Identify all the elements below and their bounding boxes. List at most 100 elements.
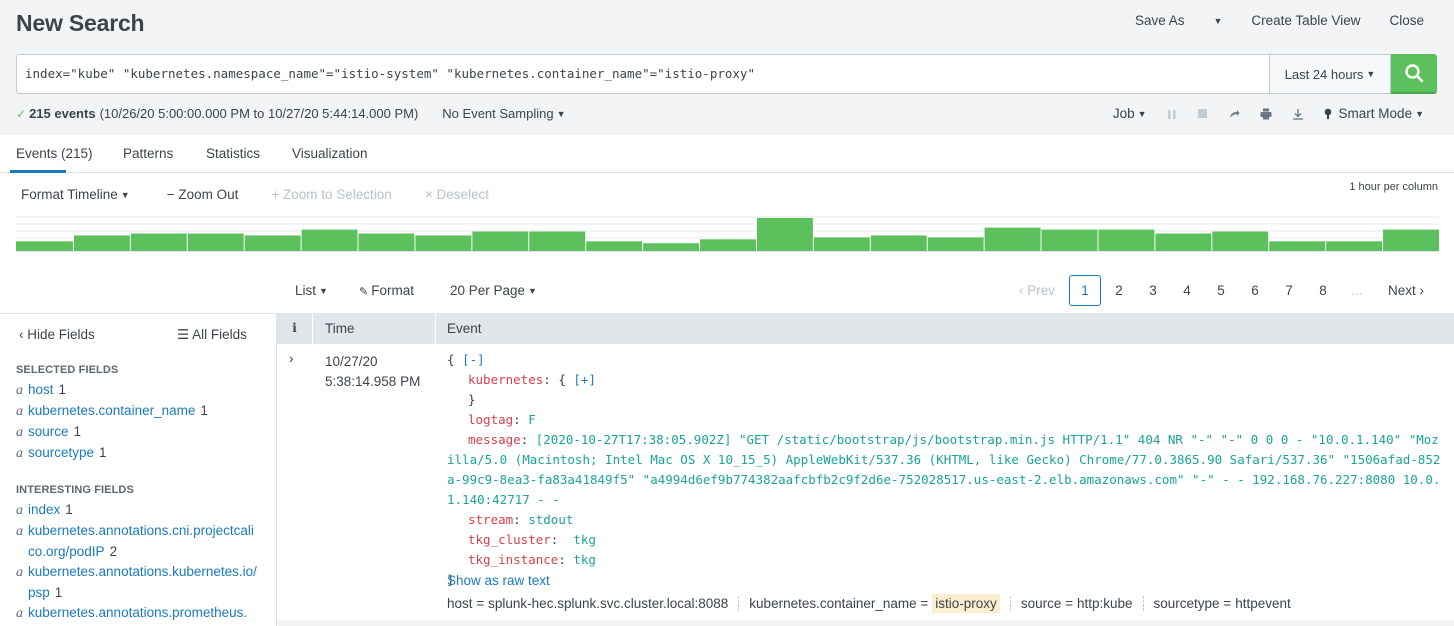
json-value-tkg-instance[interactable]: tkg <box>573 552 596 567</box>
job-dropdown[interactable]: Job ▼ <box>1113 106 1147 121</box>
timeline-bar[interactable]: 3 AM: 5 <box>586 241 643 251</box>
expand-toggle[interactable]: [+] <box>573 372 596 387</box>
zoom-to-selection-button[interactable]: + Zoom to Selection <box>271 187 391 202</box>
show-raw-text-link[interactable]: Show as raw text <box>447 573 550 588</box>
timeline-bar[interactable]: 9 PM: 8 <box>244 235 301 251</box>
timeline-bar[interactable]: 10 PM: 11 <box>301 229 358 251</box>
timeline-bar[interactable]: 12 AM: 8 <box>415 235 472 251</box>
timeline-bar[interactable]: 4 PM: 5 <box>1326 241 1383 251</box>
prev-page-button[interactable]: ‹ Prev <box>1019 283 1055 298</box>
field-item[interactable]: a sourcetype 1 <box>16 443 262 464</box>
smart-mode-dropdown[interactable]: Smart Mode ▼ <box>1324 106 1424 121</box>
timeline-bar[interactable]: 8 PM: 9 <box>187 233 244 252</box>
event-sampling-dropdown[interactable]: No Event Sampling ▼ <box>442 106 565 121</box>
timeline-bar[interactable]: 6 PM: 8 <box>73 235 130 251</box>
json-key-logtag[interactable]: logtag <box>468 412 513 427</box>
event-field-sourcetype[interactable]: sourcetype = httpevent <box>1154 596 1301 611</box>
search-bar: index="kube" "kubernetes.namespace_name"… <box>16 54 1437 94</box>
timeline-bar[interactable]: 3 PM: 5 <box>1269 241 1326 251</box>
timeline-bar[interactable]: 10 AM: 12 <box>984 227 1041 251</box>
timeline-bar[interactable]: 2 PM: 10 <box>1212 231 1269 251</box>
timeline-bar[interactable]: 1 AM: 10 <box>472 231 529 251</box>
timeline-bar[interactable]: 1 PM: 9 <box>1155 233 1212 252</box>
time-range-picker[interactable]: Last 24 hours ▼ <box>1269 54 1391 94</box>
close-button[interactable]: Close <box>1389 13 1424 28</box>
list-dropdown[interactable]: List ▼ <box>295 283 328 298</box>
page-button-8[interactable]: 8 <box>1306 283 1340 298</box>
share-icon[interactable] <box>1228 108 1240 119</box>
page-button-1[interactable]: 1 <box>1068 275 1101 306</box>
expand-row-icon[interactable]: › <box>289 350 294 366</box>
field-item[interactable]: a host 1 <box>16 380 262 401</box>
page-button-2[interactable]: 2 <box>1102 283 1136 298</box>
deselect-button[interactable]: × Deselect <box>425 187 489 202</box>
json-key-stream[interactable]: stream <box>468 512 513 527</box>
json-value-logtag[interactable]: F <box>528 412 536 427</box>
json-value-message[interactable]: [2020-10-27T17:38:05.902Z] "GET /static/… <box>447 432 1440 507</box>
page-button-6[interactable]: 6 <box>1238 283 1272 298</box>
json-open-brace: { <box>558 372 566 387</box>
timeline-bar[interactable]: 7 AM: 7 <box>813 237 870 251</box>
search-status: ✓ 215 events (10/26/20 5:00:00.000 PM to… <box>16 106 566 121</box>
search-input[interactable]: index="kube" "kubernetes.namespace_name"… <box>16 54 1269 94</box>
timeline-svg: 5 PM: 56 PM: 87 PM: 98 PM: 99 PM: 810 PM… <box>16 216 1439 252</box>
hide-fields-button[interactable]: ‹ Hide Fields <box>19 327 95 342</box>
field-item[interactable]: a kubernetes.annotations.kubernetes.io/ps… <box>16 562 260 603</box>
stop-icon[interactable] <box>1197 108 1208 119</box>
page-button-7[interactable]: 7 <box>1272 283 1306 298</box>
tab-statistics[interactable]: Statistics <box>206 146 260 161</box>
field-item[interactable]: a index 1 <box>16 500 260 521</box>
search-button[interactable] <box>1391 54 1437 94</box>
json-value-stream[interactable]: stdout <box>528 512 573 527</box>
timeline-bar[interactable]: 5 AM: 6 <box>700 239 756 251</box>
timeline-bar[interactable]: 4 AM: 4 <box>643 243 700 251</box>
caret-down-icon: ▼ <box>120 190 130 200</box>
event-field-host[interactable]: host = splunk-hec.splunk.svc.cluster.loca… <box>447 596 740 611</box>
next-page-button[interactable]: Next › <box>1388 283 1424 298</box>
field-item[interactable]: a source 1 <box>16 422 262 443</box>
save-as-button[interactable]: Save As ▼ <box>1106 13 1222 28</box>
active-tab-indicator <box>10 170 66 173</box>
per-page-dropdown[interactable]: 20 Per Page ▼ <box>450 283 537 298</box>
json-key-tkg-cluster[interactable]: tkg_cluster <box>468 532 551 547</box>
field-item[interactable]: a kubernetes.annotations.cni.projectcalic… <box>16 521 260 562</box>
pause-icon[interactable] <box>1167 109 1177 119</box>
event-field-source[interactable]: source = http:kube <box>1021 596 1144 611</box>
json-key-kubernetes[interactable]: kubernetes <box>468 372 543 387</box>
format-timeline-dropdown[interactable]: Format Timeline ▼ <box>21 187 130 202</box>
create-table-view-button[interactable]: Create Table View <box>1251 13 1360 28</box>
timeline-bar[interactable]: 9 AM: 7 <box>927 237 984 251</box>
print-icon[interactable] <box>1260 108 1272 120</box>
timeline-bar[interactable]: 6 AM: 17 <box>756 217 813 251</box>
timeline-bar[interactable]: 11 AM: 11 <box>1041 229 1098 251</box>
json-value-tkg-cluster[interactable]: tkg <box>566 532 596 547</box>
timeline-bar[interactable]: 11 PM: 9 <box>358 233 415 252</box>
col-header-time[interactable]: Time <box>313 313 436 344</box>
export-icon[interactable] <box>1292 108 1304 120</box>
timeline-bar[interactable]: 5 PM: 11 <box>1383 229 1439 251</box>
timeline-bar[interactable]: 12 PM: 11 <box>1098 229 1155 251</box>
field-name: index <box>28 502 61 517</box>
zoom-out-button[interactable]: − Zoom Out <box>167 187 239 202</box>
timeline-bar[interactable]: 8 AM: 8 <box>870 235 927 251</box>
page-button-3[interactable]: 3 <box>1136 283 1170 298</box>
field-item[interactable]: a kubernetes.container_name 1 <box>16 401 262 422</box>
field-item[interactable]: a kubernetes.annotations.prometheus. <box>16 603 260 624</box>
page-button-5[interactable]: 5 <box>1204 283 1238 298</box>
collapse-toggle[interactable]: [-] <box>462 352 485 367</box>
tab-patterns[interactable]: Patterns <box>123 146 173 161</box>
timeline-scale-label: 1 hour per column <box>1349 181 1438 193</box>
timeline-bar[interactable]: 5 PM: 5 <box>16 241 73 251</box>
timeline-bar[interactable]: 2 AM: 10 <box>529 231 586 251</box>
page-button-4[interactable]: 4 <box>1170 283 1204 298</box>
tab-events[interactable]: Events (215) <box>16 146 93 161</box>
format-button[interactable]: ✎ Format <box>359 283 414 298</box>
json-key-tkg-instance[interactable]: tkg_instance <box>468 552 558 567</box>
tab-visualization[interactable]: Visualization <box>292 146 368 161</box>
time-range-text: (10/26/20 5:00:00.000 PM to 10/27/20 5:4… <box>99 106 419 121</box>
json-key-message[interactable]: message <box>468 432 521 447</box>
all-fields-button[interactable]: ☰ All Fields <box>177 327 247 343</box>
event-field-container-name[interactable]: kubernetes.container_name = istio-proxy <box>749 594 1011 613</box>
timeline-bar[interactable]: 7 PM: 9 <box>130 233 187 252</box>
timeline-chart[interactable]: 5 PM: 56 PM: 87 PM: 98 PM: 99 PM: 810 PM… <box>16 211 1439 253</box>
